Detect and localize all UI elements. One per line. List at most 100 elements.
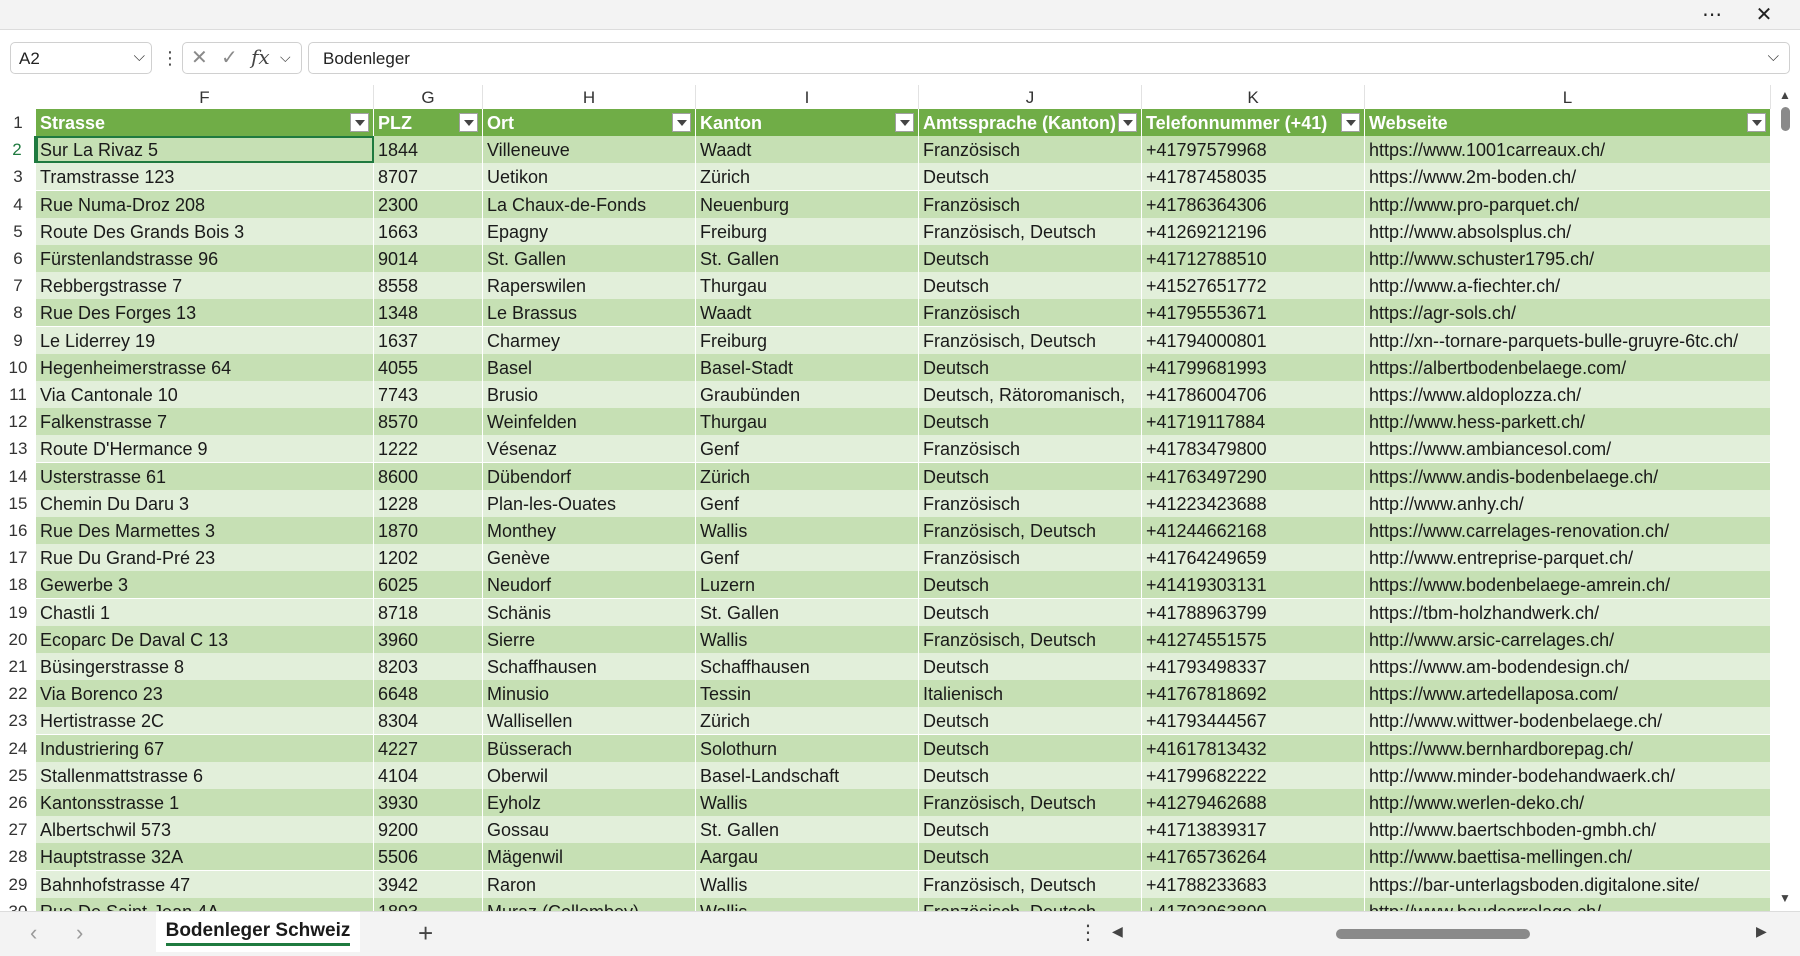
table-cell[interactable]: Weinfelden <box>483 408 696 436</box>
table-cell[interactable]: +41787458035 <box>1142 163 1365 191</box>
table-cell[interactable]: Deutsch <box>919 707 1142 735</box>
row-header-17[interactable]: 17 <box>0 544 36 571</box>
table-cell[interactable]: Tramstrasse 123 <box>36 163 374 191</box>
table-cell[interactable]: Französisch, Deutsch <box>919 326 1142 354</box>
row-header-27[interactable]: 27 <box>0 816 36 843</box>
row-header-4[interactable]: 4 <box>0 191 36 218</box>
name-box[interactable]: A2 ⌵ <box>10 42 152 74</box>
vertical-scroll-thumb[interactable] <box>1781 107 1790 131</box>
table-cell[interactable]: http://www.werlen-deko.ch/ <box>1365 789 1771 816</box>
table-cell[interactable]: Deutsch <box>919 272 1142 300</box>
table-cell[interactable]: Aargau <box>696 843 919 871</box>
table-cell[interactable]: 4104 <box>374 761 483 789</box>
table-cell[interactable]: Plan-les-Ouates <box>483 489 696 517</box>
table-cell[interactable]: Basel-Landschaft <box>696 761 919 789</box>
table-cell[interactable]: Schaffhausen <box>483 653 696 680</box>
table-cell[interactable]: +41795553671 <box>1142 299 1365 327</box>
table-cell[interactable]: Genf <box>696 544 919 572</box>
row-header-2[interactable]: 2 <box>0 136 36 164</box>
table-cell[interactable]: +41617813432 <box>1142 734 1365 762</box>
table-cell[interactable]: Wallis <box>696 789 919 816</box>
table-cell[interactable]: 1663 <box>374 217 483 245</box>
table-cell[interactable]: http://www.wittwer-bodenbelaege.ch/ <box>1365 707 1771 735</box>
table-cell[interactable]: +41713839317 <box>1142 816 1365 844</box>
table-cell[interactable]: 3942 <box>374 870 483 898</box>
table-cell[interactable]: Rue Numa-Droz 208 <box>36 190 374 218</box>
table-cell[interactable]: Hegenheimerstrasse 64 <box>36 353 374 381</box>
table-cell[interactable]: Le Liderrey 19 <box>36 326 374 354</box>
table-cell[interactable]: Luzern <box>696 571 919 599</box>
table-cell[interactable]: http://xn--tornare-parquets-bulle-gruyre… <box>1365 326 1771 354</box>
table-cell[interactable]: Uetikon <box>483 163 696 191</box>
table-cell[interactable]: http://www.anhy.ch/ <box>1365 489 1771 517</box>
table-cell[interactable]: +41269212196 <box>1142 217 1365 245</box>
plus-icon[interactable]: + <box>418 918 433 949</box>
table-cell[interactable]: Stallenmattstrasse 6 <box>36 761 374 789</box>
more-vertical-icon[interactable]: ⋮ <box>161 42 179 74</box>
table-cell[interactable]: St. Gallen <box>483 245 696 272</box>
column-header-i[interactable]: I <box>696 85 919 109</box>
table-cell[interactable]: Tessin <box>696 680 919 708</box>
table-cell[interactable]: Raperswilen <box>483 272 696 300</box>
table-cell[interactable]: Italienisch <box>919 680 1142 708</box>
filter-dropdown-icon[interactable] <box>1341 113 1360 132</box>
table-cell[interactable]: Deutsch <box>919 761 1142 789</box>
table-cell[interactable]: +41274551575 <box>1142 625 1365 653</box>
table-cell[interactable]: La Chaux-de-Fonds <box>483 190 696 218</box>
table-cell[interactable]: Schänis <box>483 598 696 626</box>
table-cell[interactable]: https://www.andis-bodenbelaege.ch/ <box>1365 462 1771 490</box>
table-cell[interactable]: http://www.minder-bodehandwaerk.ch/ <box>1365 761 1771 789</box>
table-cell[interactable]: https://www.artedellaposa.com/ <box>1365 680 1771 708</box>
table-cell[interactable]: 1870 <box>374 517 483 544</box>
table-cell[interactable]: St. Gallen <box>696 598 919 626</box>
table-cell[interactable]: +41763497290 <box>1142 462 1365 490</box>
table-cell[interactable]: Charmey <box>483 326 696 354</box>
table-cell[interactable]: Rue Du Grand-Pré 23 <box>36 544 374 572</box>
row-header-22[interactable]: 22 <box>0 680 36 707</box>
table-cell[interactable]: Waadt <box>696 136 919 164</box>
row-header-8[interactable]: 8 <box>0 299 36 326</box>
column-header-f[interactable]: F <box>36 85 374 109</box>
table-header-cell[interactable]: Strasse <box>36 109 374 136</box>
table-cell[interactable]: Zürich <box>696 707 919 735</box>
table-cell[interactable]: Deutsch <box>919 734 1142 762</box>
row-header-25[interactable]: 25 <box>0 762 36 789</box>
table-cell[interactable]: Vésenaz <box>483 435 696 463</box>
table-cell[interactable]: Thurgau <box>696 408 919 436</box>
table-cell[interactable]: Le Brassus <box>483 299 696 327</box>
table-cell[interactable]: Hertistrasse 2C <box>36 707 374 735</box>
table-cell[interactable]: https://www.bernhardboreрag.ch/ <box>1365 734 1771 762</box>
table-header-cell[interactable]: Kanton <box>696 109 919 136</box>
table-cell[interactable]: 4227 <box>374 734 483 762</box>
table-header-cell[interactable]: Telefonnummer (+41) <box>1142 109 1365 136</box>
chevron-left-icon[interactable]: ‹ <box>30 920 37 946</box>
table-cell[interactable]: Deutsch <box>919 598 1142 626</box>
table-cell[interactable]: Deutsch <box>919 245 1142 272</box>
row-header-15[interactable]: 15 <box>0 490 36 517</box>
row-header-16[interactable]: 16 <box>0 517 36 544</box>
table-cell[interactable]: Route Des Grands Bois 3 <box>36 217 374 245</box>
table-cell[interactable]: https://www.ambiancesol.com/ <box>1365 435 1771 463</box>
table-cell[interactable]: Büsserach <box>483 734 696 762</box>
table-cell[interactable]: Französisch <box>919 190 1142 218</box>
table-cell[interactable]: 1202 <box>374 544 483 572</box>
table-cell[interactable]: https://www.2m-boden.ch/ <box>1365 163 1771 191</box>
table-cell[interactable]: https://agr-sols.ch/ <box>1365 299 1771 327</box>
table-cell[interactable]: Deutsch <box>919 462 1142 490</box>
table-cell[interactable]: Chemin Du Daru 3 <box>36 489 374 517</box>
expand-formula-icon[interactable]: ⌵ <box>1768 48 1779 65</box>
table-cell[interactable]: Fürstenlandstrasse 96 <box>36 245 374 272</box>
table-cell[interactable]: Graubünden <box>696 381 919 408</box>
table-cell[interactable]: 8707 <box>374 163 483 191</box>
table-cell[interactable]: Wallis <box>696 517 919 544</box>
table-cell[interactable]: https://www.bodenbelaege-amrein.ch/ <box>1365 571 1771 599</box>
table-cell[interactable]: 1222 <box>374 435 483 463</box>
scroll-left-icon[interactable]: ◀ <box>1112 923 1123 940</box>
table-header-cell[interactable]: Webseite <box>1365 109 1771 136</box>
table-cell[interactable]: Kantonsstrasse 1 <box>36 789 374 816</box>
table-cell[interactable]: Deutsch <box>919 843 1142 871</box>
enter-check-icon[interactable]: ✓ <box>221 45 238 70</box>
column-header-k[interactable]: K <box>1142 85 1365 109</box>
row-header-10[interactable]: 10 <box>0 354 36 381</box>
table-cell[interactable]: Albertschwil 573 <box>36 816 374 844</box>
